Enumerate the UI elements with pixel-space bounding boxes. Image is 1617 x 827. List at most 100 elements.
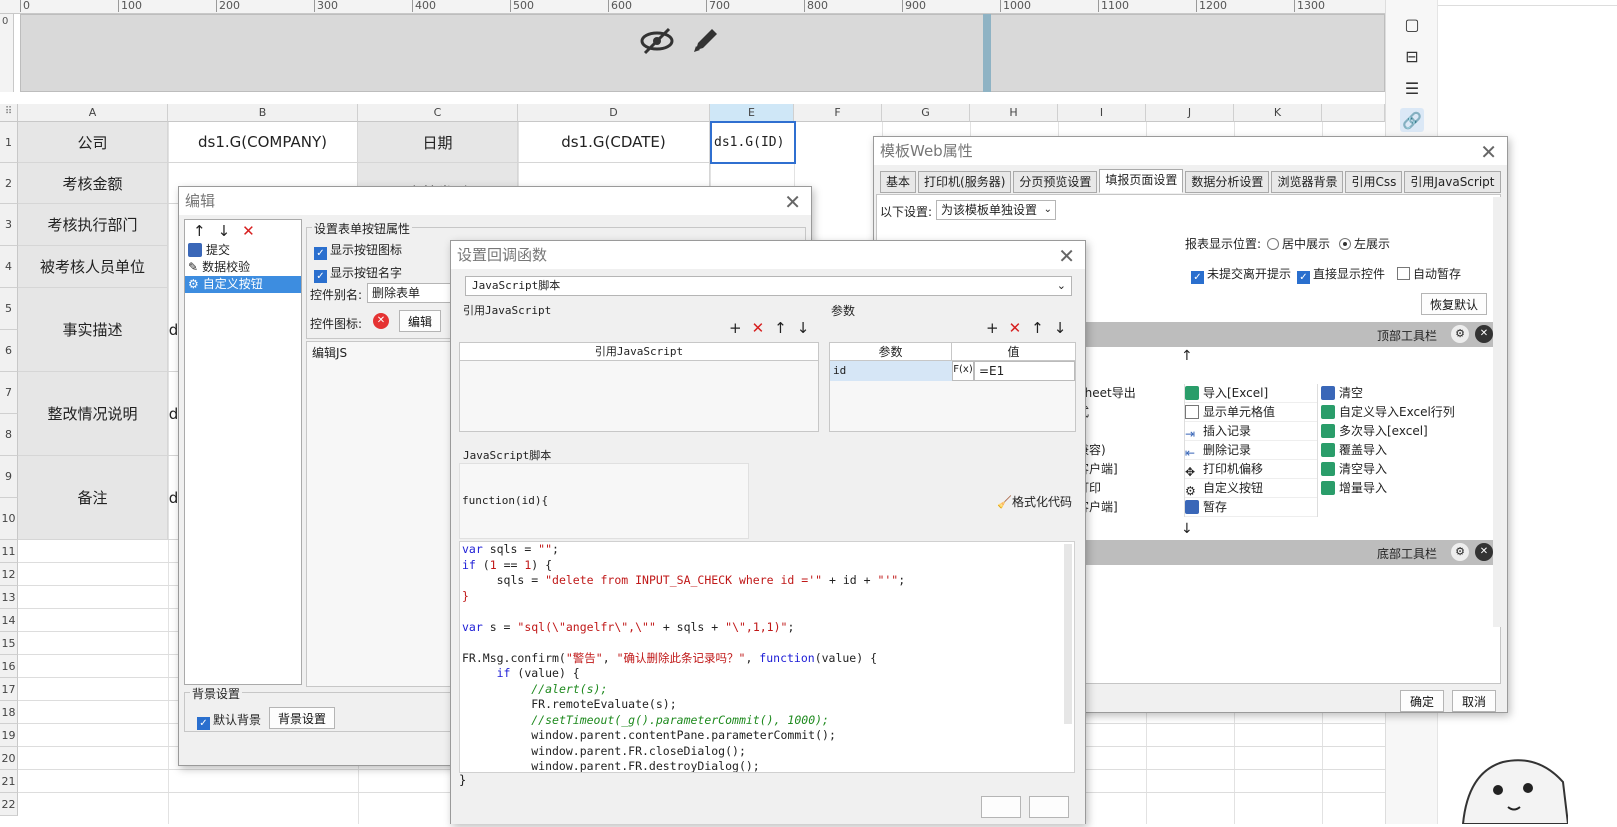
col-header[interactable]: K bbox=[1234, 104, 1322, 122]
cell-a1[interactable]: 公司 bbox=[18, 122, 168, 163]
autosave-checkbox[interactable]: 自动暂存 bbox=[1397, 265, 1461, 282]
arrow-up-icon[interactable]: ↑ bbox=[1181, 348, 1193, 364]
toolbar-item[interactable]: 打印 bbox=[1077, 479, 1181, 498]
cell-a7[interactable]: 备注 bbox=[18, 456, 168, 540]
toolbar-item-show-cell[interactable]: 显示单元格值 bbox=[1185, 403, 1317, 422]
row-header[interactable]: 13 bbox=[0, 586, 18, 609]
toolbar-item[interactable]: 客户端] bbox=[1077, 460, 1181, 479]
cell-a3[interactable]: 考核执行部门 bbox=[18, 204, 168, 246]
show-icon-checkbox[interactable]: ✓ 显示按钮图标 bbox=[314, 241, 402, 260]
toolbar-item-custom-import[interactable]: 自定义导入Excel行列 bbox=[1321, 403, 1491, 422]
layers-icon[interactable]: ☰ bbox=[1400, 76, 1424, 100]
param-name-cell[interactable]: id bbox=[830, 361, 952, 381]
tab-basic[interactable]: 基本 bbox=[880, 171, 917, 193]
toolbar-item-offset[interactable]: ✥ 打印机偏移 bbox=[1185, 460, 1317, 479]
row-header[interactable]: 16 bbox=[0, 655, 18, 678]
center-radio[interactable]: 居中展示 bbox=[1267, 235, 1330, 252]
col-header[interactable]: C bbox=[358, 104, 518, 122]
eye-slash-icon[interactable] bbox=[640, 26, 674, 56]
toolbar-item[interactable]: 客户端] bbox=[1077, 498, 1181, 517]
toolbar-item[interactable]: 兼容) bbox=[1077, 441, 1181, 460]
row-header[interactable]: 2 bbox=[0, 163, 18, 204]
row-header[interactable]: 8 bbox=[0, 414, 18, 456]
col-header[interactable] bbox=[1322, 104, 1385, 122]
tab-paging[interactable]: 分页预览设置 bbox=[1013, 171, 1098, 193]
toolbar-item[interactable]: 式 bbox=[1077, 403, 1181, 422]
toolbar-item-import-excel[interactable]: 导入[Excel] bbox=[1185, 384, 1317, 403]
tab-analysis[interactable]: 数据分析设置 bbox=[1185, 171, 1270, 193]
move-up-icon[interactable]: ↑ bbox=[1031, 319, 1044, 337]
delete-icon[interactable]: ✕ bbox=[242, 222, 255, 240]
close-icon[interactable]: ✕ bbox=[1058, 244, 1075, 268]
js-code-editor[interactable]: var sqls = ""; if (1 == 1) { sqls = "del… bbox=[459, 541, 1075, 773]
cell-b1[interactable]: ds1.G(COMPANY) bbox=[168, 122, 358, 163]
row-header[interactable]: 12 bbox=[0, 563, 18, 586]
toolbar-item[interactable] bbox=[1077, 422, 1181, 441]
row-header[interactable]: 21 bbox=[0, 770, 18, 793]
show-name-checkbox[interactable]: ✓ 显示按钮名字 bbox=[314, 264, 402, 283]
toolbar-item-multi-import[interactable]: 多次导入[excel] bbox=[1321, 422, 1491, 441]
cell-a4[interactable]: 被考核人员单位 bbox=[18, 246, 168, 288]
row-header[interactable]: 11 bbox=[0, 540, 18, 563]
toolbar-item-clear[interactable]: 清空 bbox=[1321, 384, 1491, 403]
add-icon[interactable]: + bbox=[986, 319, 999, 337]
ok-button[interactable] bbox=[981, 796, 1021, 818]
close-icon[interactable]: ✕ bbox=[784, 190, 801, 214]
row-header[interactable]: 4 bbox=[0, 246, 18, 288]
tab-css[interactable]: 引用Css bbox=[1345, 171, 1403, 193]
widget-icon[interactable]: ⊟ bbox=[1400, 44, 1424, 68]
close-icon[interactable]: ✕ bbox=[1480, 140, 1497, 164]
direct-show-checkbox[interactable]: ✓ 直接显示控件 bbox=[1297, 265, 1385, 284]
row-header[interactable]: 1 bbox=[0, 122, 18, 163]
col-header[interactable]: B bbox=[168, 104, 358, 122]
scrollbar[interactable] bbox=[1493, 197, 1501, 627]
ok-button[interactable]: 确定 bbox=[1400, 690, 1444, 712]
col-header[interactable]: I bbox=[1058, 104, 1146, 122]
tree-item-validate[interactable]: ✎ 数据校验 bbox=[185, 259, 301, 276]
toolbar-item-custom[interactable]: ⚙ 自定义按钮 bbox=[1185, 479, 1317, 498]
col-header[interactable]: G bbox=[882, 104, 970, 122]
gear-icon[interactable]: ⚙ bbox=[1451, 325, 1469, 343]
row-header[interactable]: 15 bbox=[0, 632, 18, 655]
corner-header[interactable]: ⠿ bbox=[0, 104, 18, 122]
row-header[interactable]: 14 bbox=[0, 609, 18, 632]
col-header[interactable]: J bbox=[1146, 104, 1234, 122]
tab-fill-page[interactable]: 填报页面设置 bbox=[1099, 169, 1184, 193]
row-header[interactable]: 22 bbox=[0, 793, 18, 816]
callback-type-select[interactable]: JavaScript脚本 ⌄ bbox=[465, 276, 1072, 296]
cell-a6[interactable]: 整改情况说明 bbox=[18, 372, 168, 456]
tab-printer[interactable]: 打印机(服务器) bbox=[918, 171, 1012, 193]
add-icon[interactable]: + bbox=[729, 319, 742, 337]
col-header[interactable]: F bbox=[794, 104, 882, 122]
code-scrollbar[interactable] bbox=[1064, 544, 1072, 724]
toolbar-item-clear-import[interactable]: 清空导入 bbox=[1321, 460, 1491, 479]
arrow-down-icon[interactable]: ↓ bbox=[1181, 521, 1193, 537]
delete-icon[interactable]: ✕ bbox=[1009, 319, 1022, 337]
row-header[interactable]: 18 bbox=[0, 701, 18, 724]
row-header[interactable]: 5 bbox=[0, 288, 18, 330]
toolbar-item-stash[interactable]: 暂存 bbox=[1185, 498, 1317, 517]
formula-button[interactable]: F(x) bbox=[952, 361, 974, 381]
cell-a5[interactable]: 事实描述 bbox=[18, 288, 168, 372]
row-header[interactable]: 17 bbox=[0, 678, 18, 701]
default-bg-checkbox[interactable]: ✓ 默认背景 bbox=[197, 711, 261, 730]
col-header[interactable]: A bbox=[18, 104, 168, 122]
close-circle-icon[interactable]: ✕ bbox=[1475, 325, 1493, 343]
cancel-button[interactable] bbox=[1029, 796, 1069, 818]
move-up-icon[interactable]: ↑ bbox=[774, 319, 787, 337]
col-header[interactable]: E bbox=[710, 104, 794, 122]
unsubmitted-checkbox[interactable]: ✓ 未提交离开提示 bbox=[1191, 265, 1291, 284]
tab-js[interactable]: 引用JavaScript bbox=[1404, 171, 1501, 193]
toolbar-item-insert[interactable]: ⇥ 插入记录 bbox=[1185, 422, 1317, 441]
bg-settings-button[interactable]: 背景设置 bbox=[269, 707, 335, 729]
move-down-icon[interactable]: ↓ bbox=[1054, 319, 1067, 337]
row-header[interactable]: 19 bbox=[0, 724, 18, 747]
edit-icon-button[interactable]: 编辑 bbox=[399, 310, 441, 332]
row-header[interactable]: 10 bbox=[0, 498, 18, 540]
col-header[interactable]: D bbox=[518, 104, 710, 122]
move-down-icon[interactable]: ↓ bbox=[218, 222, 231, 240]
square-icon[interactable]: ▢ bbox=[1400, 12, 1424, 36]
gear-icon[interactable]: ⚙ bbox=[1451, 543, 1469, 561]
cell-e1[interactable]: ds1.G(ID) bbox=[710, 121, 796, 164]
cell-d1[interactable]: ds1.G(CDATE) bbox=[518, 122, 710, 163]
